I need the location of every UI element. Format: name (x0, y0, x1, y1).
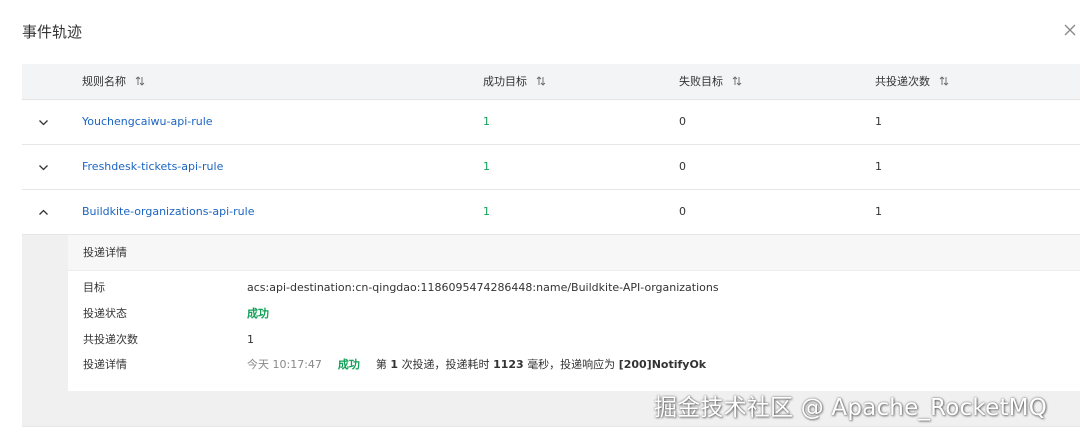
chevron-down-icon[interactable] (38, 162, 49, 173)
table-header: 规则名称 成功目标 失败目标 共投递次数 (22, 64, 1080, 100)
fail-target-count: 0 (679, 160, 686, 173)
success-target-count[interactable]: 1 (483, 100, 490, 144)
delivery-detail-header: 投递详情 (68, 235, 1080, 271)
success-target-count[interactable]: 1 (483, 190, 490, 234)
success-target-count[interactable]: 1 (483, 145, 490, 189)
detail-row-target: 目标 acs:api-destination:cn-qingdao:118609… (83, 275, 1073, 301)
count-value: 1 (247, 333, 254, 346)
sort-icon[interactable] (536, 76, 546, 86)
rule-name-link[interactable]: Freshdesk-tickets-api-rule (82, 145, 223, 189)
column-header-rule-name[interactable]: 规则名称 (82, 64, 145, 100)
rule-name-link[interactable]: Youchengcaiwu-api-rule (82, 100, 213, 144)
log-status: 成功 (337, 358, 360, 371)
fail-target-count: 0 (679, 115, 686, 128)
total-delivery-count: 1 (875, 205, 882, 218)
sort-icon[interactable] (135, 76, 145, 86)
column-header-fail-target[interactable]: 失败目标 (679, 64, 742, 100)
event-trace-table: 规则名称 成功目标 失败目标 共投递次数 Youchengcaiwu-api-r… (22, 64, 1080, 427)
detail-row-count: 共投递次数 1 (83, 327, 1073, 353)
target-value: acs:api-destination:cn-qingdao:118609547… (247, 281, 719, 294)
total-delivery-count: 1 (875, 160, 882, 173)
fail-target-count: 0 (679, 205, 686, 218)
chevron-down-icon[interactable] (38, 117, 49, 128)
table-row[interactable]: Freshdesk-tickets-api-rule 1 0 1 (22, 145, 1080, 190)
dialog-title: 事件轨迹 (22, 23, 83, 41)
rule-name-link[interactable]: Buildkite-organizations-api-rule (82, 190, 254, 234)
sort-icon[interactable] (939, 76, 949, 86)
delivery-detail-title: 投递详情 (83, 246, 127, 259)
delivery-detail-card: 投递详情 目标 acs:api-destination:cn-qingdao:1… (68, 235, 1080, 391)
log-label: 投递详情 (83, 358, 127, 371)
watermark: 掘金技术社区 @ Apache_RocketMQ (654, 395, 1048, 421)
chevron-up-icon[interactable] (38, 207, 49, 218)
detail-row-status: 投递状态 成功 (83, 301, 1073, 327)
column-header-total-deliveries[interactable]: 共投递次数 (875, 64, 949, 100)
total-delivery-count: 1 (875, 115, 882, 128)
target-label: 目标 (83, 281, 105, 294)
count-label: 共投递次数 (83, 333, 138, 346)
detail-row-log: 投递详情 今天 10:17:47 成功 第 1 次投递，投递耗时 1123 毫秒，投… (83, 352, 1073, 378)
close-icon[interactable] (1062, 22, 1078, 38)
column-header-success-target[interactable]: 成功目标 (483, 64, 546, 100)
status-value: 成功 (247, 307, 269, 320)
status-label: 投递状态 (83, 307, 127, 320)
table-row[interactable]: Youchengcaiwu-api-rule 1 0 1 (22, 100, 1080, 145)
delivery-log-entry: 今天 10:17:47 成功 第 1 次投递，投递耗时 1123 毫秒，投递响应为 … (247, 352, 706, 378)
table-row-expanded[interactable]: Buildkite-organizations-api-rule 1 0 1 (22, 190, 1080, 235)
sort-icon[interactable] (732, 76, 742, 86)
dialog-header: 事件轨迹 (0, 0, 1080, 62)
log-message: 第 1 次投递，投递耗时 1123 毫秒，投递响应为 [200]NotifyOk (375, 358, 707, 371)
log-time: 今天 10:17:47 (247, 358, 322, 371)
